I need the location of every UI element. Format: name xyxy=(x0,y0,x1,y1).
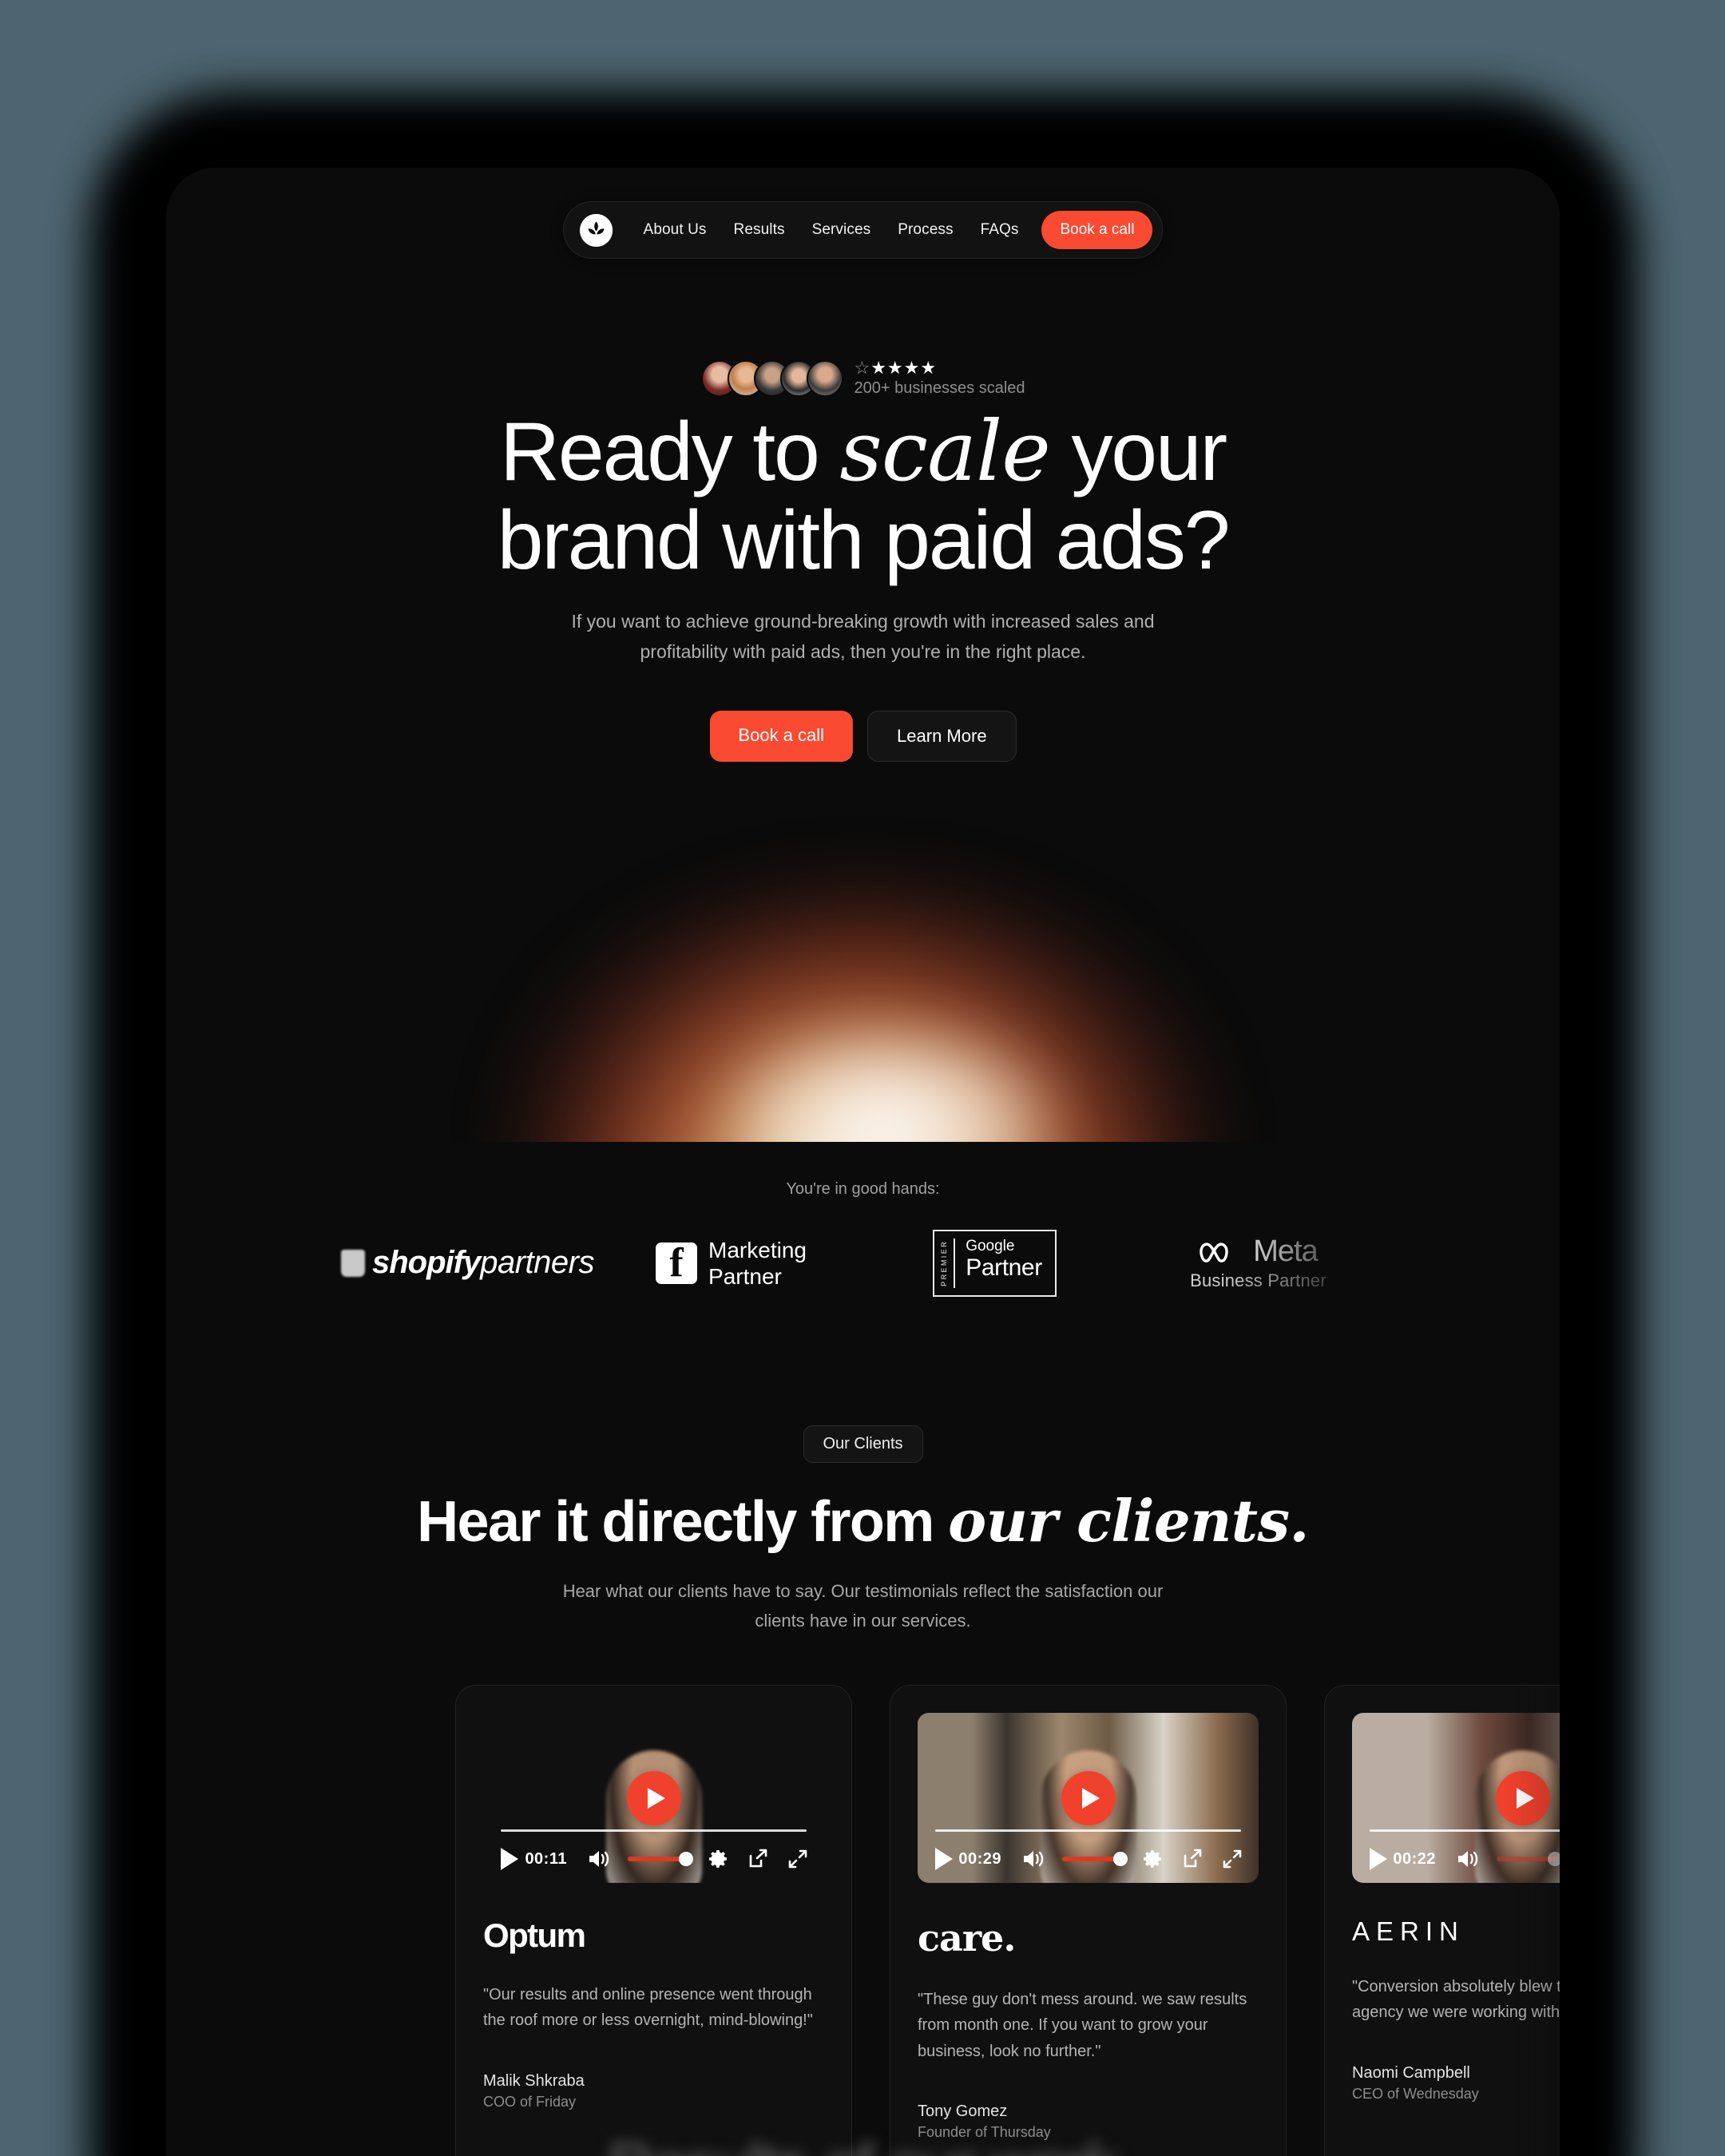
meta-infinity-icon xyxy=(1200,1242,1228,1262)
star-rating: ☆★★★★ xyxy=(854,359,1025,377)
google-partner-text: Google Partner xyxy=(955,1235,1055,1291)
partner-word: Partner xyxy=(966,1254,1042,1281)
meta-wordmark: Meta xyxy=(1253,1235,1318,1269)
volume-slider[interactable] xyxy=(1497,1852,1560,1866)
seek-bar[interactable] xyxy=(935,1829,1241,1832)
facebook-line-1: Marketing xyxy=(708,1237,807,1262)
shopify-partners-logo: shopify partners xyxy=(336,1245,600,1281)
hero-glow xyxy=(166,791,1560,1142)
google-partner-logo: PREMIER Google Partner xyxy=(863,1230,1127,1297)
facebook-marketing-partner-logo: Marketing Partner xyxy=(600,1237,863,1290)
glow-outer xyxy=(519,886,1207,1142)
volume-knob[interactable] xyxy=(679,1852,693,1866)
client-quote: "Conversion absolutely blew the previous… xyxy=(1352,1978,1560,2022)
play-button-overlay[interactable] xyxy=(626,1770,681,1825)
video-controls: 00:29 xyxy=(935,1848,1243,1870)
video-controls: 00:11 xyxy=(501,1848,808,1870)
nav-link-process[interactable]: Process xyxy=(884,215,966,245)
hero-subtitle: If you want to achieve ground-breaking g… xyxy=(571,611,1155,662)
clients-section-title: Hear it directly from our clients. xyxy=(304,1489,1422,1554)
share-icon[interactable] xyxy=(748,1849,768,1869)
google-word: Google xyxy=(966,1238,1015,1254)
next-section-preview: Results of our work xyxy=(166,2020,1560,2156)
rating-block: ☆★★★★ 200+ businesses scaled xyxy=(854,359,1025,398)
volume-knob[interactable] xyxy=(1113,1852,1128,1866)
partners-row: shopifypartners Marketing Partner PREMIE… xyxy=(166,1230,1560,1297)
client-brand-name: AERIN xyxy=(1352,1916,1465,1946)
play-button-overlay[interactable] xyxy=(1495,1770,1550,1825)
headline-part-2: your xyxy=(1049,406,1227,498)
hero-book-a-call-button[interactable]: Book a call xyxy=(709,711,854,762)
social-proof-text: 200+ businesses scaled xyxy=(854,379,1025,397)
fullscreen-icon[interactable] xyxy=(787,1849,808,1869)
video-player[interactable]: 00:29 xyxy=(918,1713,1259,1883)
nav-links: About Us Results Services Process FAQs xyxy=(630,215,1033,245)
nav-link-results[interactable]: Results xyxy=(720,215,799,245)
share-icon[interactable] xyxy=(1182,1849,1203,1869)
client-brand-name: care. xyxy=(918,1916,1016,1960)
meta-business-partner-logo: Meta Business Partner xyxy=(1127,1235,1390,1291)
partners-label: You're in good hands: xyxy=(786,1180,940,1198)
facebook-icon xyxy=(656,1239,698,1286)
star-outline-icon: ☆ xyxy=(854,358,871,378)
meta-business-partner-text: Business Partner xyxy=(1190,1270,1326,1291)
avatar-group xyxy=(700,360,843,397)
volume-icon[interactable] xyxy=(1457,1849,1481,1869)
clients-title-italic: our clients. xyxy=(948,1487,1309,1555)
shopify-partners-word: partners xyxy=(480,1245,594,1281)
video-time: 00:22 xyxy=(1393,1849,1436,1868)
seek-bar[interactable] xyxy=(501,1829,807,1832)
headline-part-3: brand with paid ads? xyxy=(497,494,1231,588)
settings-gear-icon[interactable] xyxy=(708,1849,728,1869)
leaf-logo-icon[interactable] xyxy=(579,213,613,247)
landing-page: About Us Results Services Process FAQs B… xyxy=(166,168,1560,2156)
avatar xyxy=(806,360,843,397)
shopify-bag-icon xyxy=(341,1249,365,1277)
social-proof-row: ☆★★★★ 200+ businesses scaled xyxy=(700,359,1025,398)
glow-core xyxy=(719,1022,1063,1142)
fullscreen-icon[interactable] xyxy=(1222,1849,1243,1869)
client-brand-name: Optum xyxy=(483,1916,586,1954)
nav-book-a-call-button[interactable]: Book a call xyxy=(1041,211,1153,249)
play-icon[interactable] xyxy=(1370,1848,1387,1870)
hero-headline: Ready to scale your brand with paid ads? xyxy=(264,406,1462,588)
video-time: 00:29 xyxy=(958,1849,1001,1868)
play-icon[interactable] xyxy=(935,1848,953,1870)
video-controls: 00:22 xyxy=(1370,1848,1560,1870)
clients-title-part-1: Hear it directly from xyxy=(417,1490,949,1554)
facebook-line-2: Partner xyxy=(708,1263,782,1289)
headline-part-1: Ready to xyxy=(499,406,840,498)
next-section-ghost-title: Results of our work xyxy=(344,2130,1382,2156)
volume-icon[interactable] xyxy=(1022,1849,1046,1869)
google-partner-box: PREMIER Google Partner xyxy=(933,1230,1057,1297)
nav-link-services[interactable]: Services xyxy=(799,215,885,245)
google-premier-label: PREMIER xyxy=(940,1240,949,1286)
play-button-overlay[interactable] xyxy=(1061,1770,1116,1825)
hero-learn-more-button[interactable]: Learn More xyxy=(867,711,1017,762)
video-player[interactable]: 00:22 xyxy=(1352,1713,1560,1883)
play-icon[interactable] xyxy=(501,1848,518,1870)
settings-gear-icon[interactable] xyxy=(1142,1849,1163,1869)
headline-italic-scale: scale xyxy=(839,402,1050,500)
video-player[interactable]: 00:11 xyxy=(483,1713,824,1883)
hero-buttons: Book a call Learn More xyxy=(709,711,1017,762)
shopify-wordmark: shopify xyxy=(372,1245,481,1281)
navbar: About Us Results Services Process FAQs B… xyxy=(562,201,1164,259)
volume-knob[interactable] xyxy=(1548,1852,1560,1866)
meta-top-row: Meta xyxy=(1199,1235,1319,1269)
volume-slider[interactable] xyxy=(1062,1852,1128,1866)
star-filled-icons: ★★★★ xyxy=(870,358,938,378)
our-clients-badge[interactable]: Our Clients xyxy=(803,1425,923,1463)
volume-icon[interactable] xyxy=(588,1849,612,1869)
volume-slider[interactable] xyxy=(628,1852,693,1866)
clients-section-subtitle: Hear what our clients have to say. Our t… xyxy=(562,1581,1164,1631)
screenshot-stage: About Us Results Services Process FAQs B… xyxy=(0,0,1725,2156)
nav-link-about-us[interactable]: About Us xyxy=(630,215,720,245)
seek-bar[interactable] xyxy=(1370,1829,1560,1832)
nav-link-faqs[interactable]: FAQs xyxy=(967,215,1033,245)
video-time: 00:11 xyxy=(525,1849,567,1868)
facebook-partner-text: Marketing Partner xyxy=(708,1237,807,1290)
